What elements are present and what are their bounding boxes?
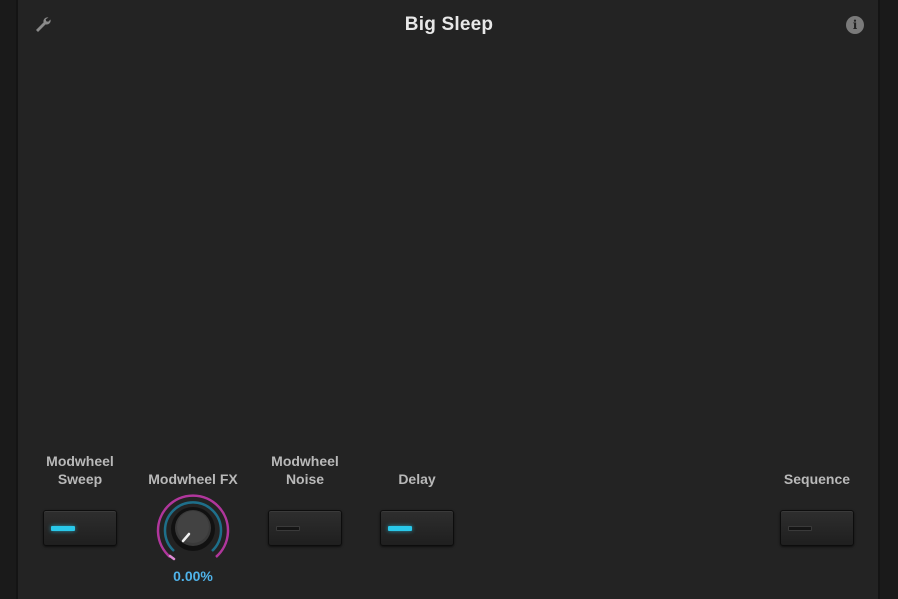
led-indicator: [388, 526, 412, 531]
delay-toggle[interactable]: [380, 510, 454, 546]
sequence-label: Sequence: [783, 471, 851, 487]
page-title: Big Sleep: [404, 14, 494, 35]
led-indicator: [276, 526, 300, 531]
modwheel-sweep-toggle[interactable]: [43, 510, 117, 546]
led-indicator: [51, 526, 75, 531]
modwheel-fx-value: 0.00%: [173, 568, 213, 584]
modwheel-noise-label: Modwheel Noise: [271, 453, 339, 487]
modwheel-noise-toggle[interactable]: [268, 510, 342, 546]
led-indicator: [788, 526, 812, 531]
info-icon[interactable]: i: [846, 16, 864, 34]
modwheel-sweep-label: Modwheel Sweep: [46, 453, 114, 487]
modwheel-fx-knob[interactable]: [154, 490, 232, 568]
modwheel-fx-label: Modwheel FX: [148, 471, 238, 487]
sequence-toggle[interactable]: [780, 510, 854, 546]
delay-label: Delay: [398, 471, 436, 487]
